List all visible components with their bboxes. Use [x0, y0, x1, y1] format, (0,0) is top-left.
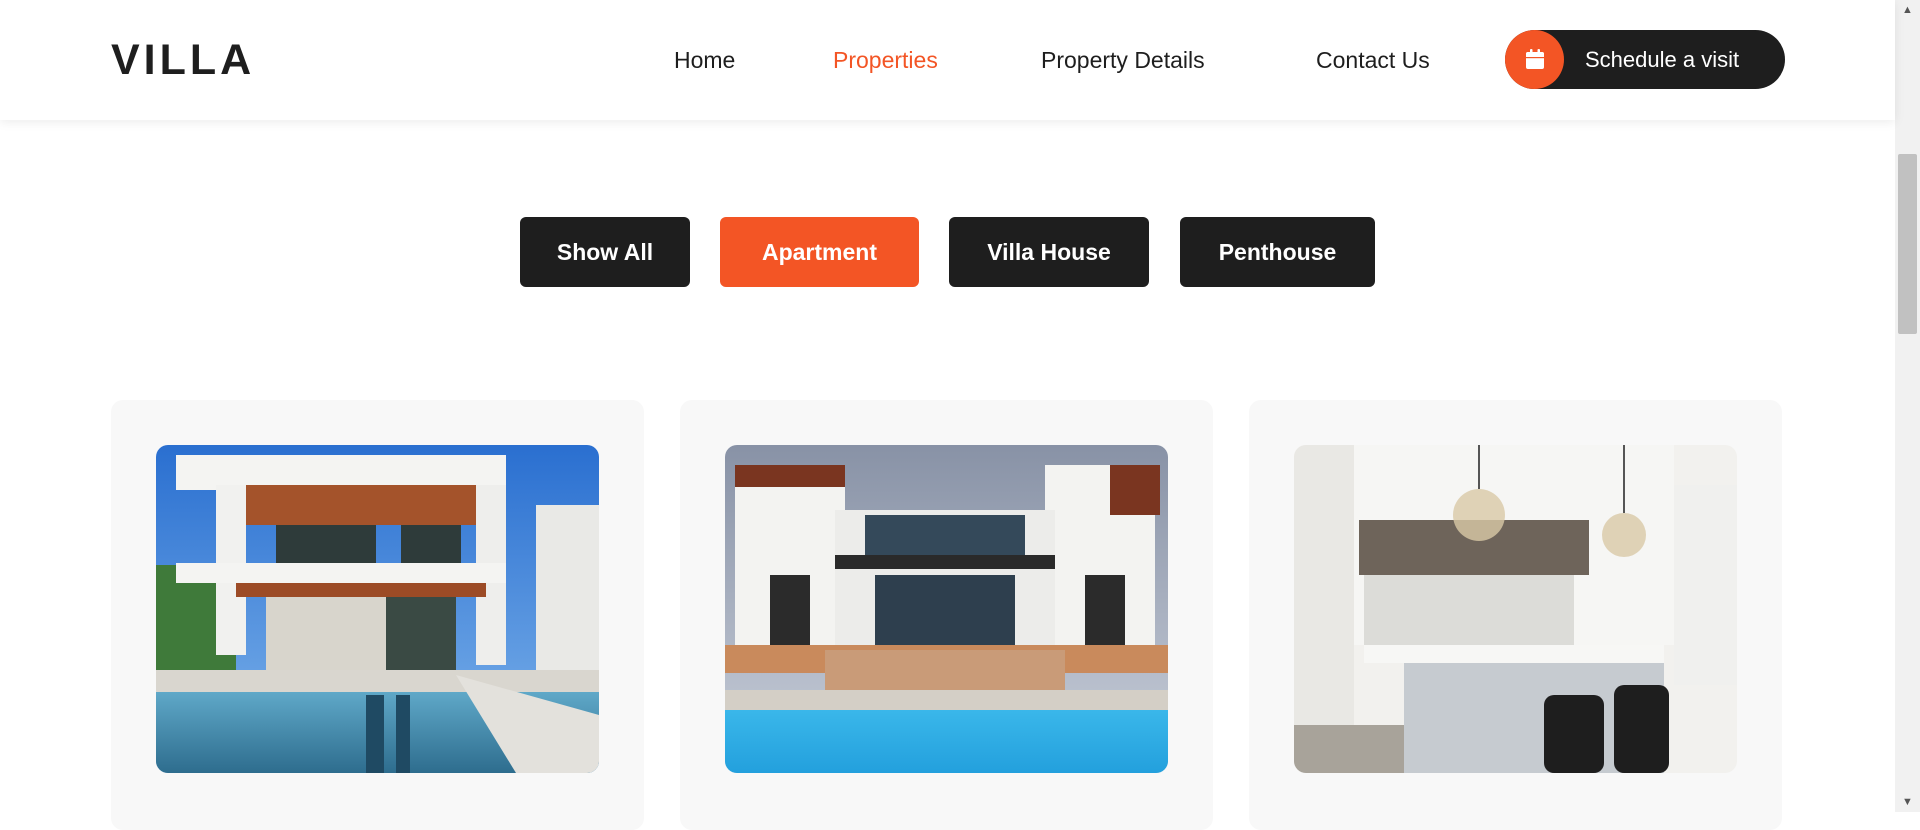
property-image-modern-villa[interactable] — [156, 445, 599, 773]
filter-apartment[interactable]: Apartment — [720, 217, 919, 287]
site-logo[interactable]: VILLA — [111, 36, 255, 84]
nav-properties[interactable]: Properties — [833, 40, 938, 80]
scroll-down-icon[interactable]: ▼ — [1895, 792, 1920, 812]
property-card[interactable] — [1249, 400, 1782, 830]
nav-contact-us[interactable]: Contact Us — [1316, 40, 1430, 80]
schedule-visit-label: Schedule a visit — [1585, 47, 1740, 72]
filter-show-all[interactable]: Show All — [520, 217, 690, 287]
scroll-thumb[interactable] — [1898, 154, 1917, 334]
property-filters: Show All Apartment Villa House Penthouse — [0, 217, 1895, 287]
nav-property-details[interactable]: Property Details — [1041, 40, 1205, 80]
property-card[interactable] — [680, 400, 1213, 830]
property-image-kitchen[interactable] — [1294, 445, 1737, 773]
filter-penthouse[interactable]: Penthouse — [1180, 217, 1375, 287]
schedule-visit-button[interactable]: Schedule a visit — [1505, 30, 1785, 89]
property-image-white-house[interactable] — [725, 445, 1168, 773]
scroll-up-icon[interactable]: ▲ — [1895, 0, 1920, 20]
property-card[interactable] — [111, 400, 644, 830]
nav-home[interactable]: Home — [674, 40, 735, 80]
vertical-scrollbar[interactable]: ▲ ▼ — [1895, 0, 1920, 812]
cta-icon-circle — [1505, 30, 1564, 89]
calendar-icon — [1526, 49, 1544, 69]
site-header: VILLA Home Properties Property Details C… — [0, 0, 1895, 120]
filter-villa-house[interactable]: Villa House — [949, 217, 1149, 287]
